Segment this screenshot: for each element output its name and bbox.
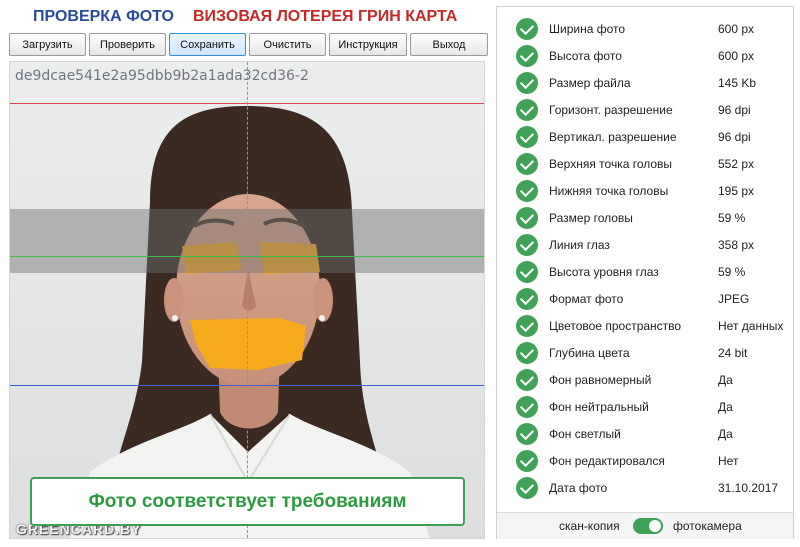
result-banner: Фото соответствует требованиям xyxy=(30,477,465,526)
check-row: Размер файла 145 Kb xyxy=(497,70,793,97)
check-ok-icon xyxy=(516,450,538,472)
check-value: 145 Kb xyxy=(718,76,757,90)
check-row: Линия глаз 358 px xyxy=(497,232,793,259)
scan-copy-label: скан-копия xyxy=(559,519,620,533)
check-row: Фон равномерный Да xyxy=(497,367,793,394)
check-label: Высота фото xyxy=(549,49,622,63)
check-value: Нет xyxy=(718,454,739,468)
photo-id: de9dcae541e2a95dbb9b2a1ada32cd36-2 xyxy=(15,68,309,84)
check-label: Размер головы xyxy=(549,211,633,225)
check-value: 24 bit xyxy=(718,346,748,360)
check-row: Цветовое пространство Нет данных xyxy=(497,313,793,340)
check-value: 552 px xyxy=(718,157,755,171)
check-ok-icon xyxy=(516,234,538,256)
check-ok-icon xyxy=(516,423,538,445)
check-list: Ширина фото 600 px Высота фото 600 px Размер… xyxy=(497,16,793,502)
check-value: 59 % xyxy=(718,211,746,225)
photo-viewer: de9dcae541e2a95dbb9b2a1ada32cd36-2 GREEN… xyxy=(9,61,485,539)
check-row: Фон светлый Да xyxy=(497,421,793,448)
check-value: 600 px xyxy=(718,49,755,63)
result-text: Фото соответствует требованиям xyxy=(88,490,407,512)
check-row: Фон нейтральный Да xyxy=(497,394,793,421)
check-value: JPEG xyxy=(718,292,750,306)
check-row: Дата фото 31.10.2017 xyxy=(497,475,793,502)
check-value: 600 px xyxy=(718,22,755,36)
check-value: Нет данных xyxy=(718,319,784,333)
check-label: Фон светлый xyxy=(549,427,621,441)
check-label: Верхняя точка головы xyxy=(549,157,673,171)
check-ok-icon xyxy=(516,207,538,229)
check-label: Высота уровня глаз xyxy=(549,265,659,279)
check-label: Линия глаз xyxy=(549,238,610,252)
check-label: Формат фото xyxy=(549,292,624,306)
check-ok-icon xyxy=(516,315,538,337)
check-label: Нижняя точка головы xyxy=(549,184,669,198)
check-button[interactable]: Проверить xyxy=(89,33,166,56)
check-ok-icon xyxy=(516,477,538,499)
center-guide-line xyxy=(247,62,248,538)
check-ok-icon xyxy=(516,369,538,391)
clear-button[interactable]: Очистить xyxy=(249,33,326,56)
check-ok-icon xyxy=(516,18,538,40)
check-value: Да xyxy=(718,400,733,414)
check-ok-icon xyxy=(516,126,538,148)
check-label: Цветовое пространство xyxy=(549,319,682,333)
check-label: Фон равномерный xyxy=(549,373,652,387)
check-ok-icon xyxy=(516,153,538,175)
check-row: Ширина фото 600 px xyxy=(497,16,793,43)
check-ok-icon xyxy=(516,261,538,283)
check-label: Вертикал. разрешение xyxy=(549,130,677,144)
toggle-knob xyxy=(649,520,661,532)
check-value: 31.10.2017 xyxy=(718,481,779,495)
check-results-panel: Ширина фото 600 px Высота фото 600 px Размер… xyxy=(496,6,794,539)
check-value: 96 dpi xyxy=(718,130,751,144)
check-value: 195 px xyxy=(718,184,755,198)
check-label: Фон нейтральный xyxy=(549,400,649,414)
check-label: Ширина фото xyxy=(549,22,626,36)
check-value: Да xyxy=(718,373,733,387)
check-ok-icon xyxy=(516,45,538,67)
app-subtitle: ВИЗОВАЯ ЛОТЕРЕЯ ГРИН КАРТА xyxy=(193,8,458,25)
check-row: Нижняя точка головы 195 px xyxy=(497,178,793,205)
exit-button[interactable]: Выход xyxy=(410,33,488,56)
check-row: Высота фото 600 px xyxy=(497,43,793,70)
check-label: Дата фото xyxy=(549,481,608,495)
app-header: ПРОВЕРКА ФОТО ВИЗОВАЯ ЛОТЕРЕЯ ГРИН КАРТА xyxy=(0,0,492,32)
save-button[interactable]: Сохранить xyxy=(169,33,246,56)
check-row: Фон редактировался Нет xyxy=(497,448,793,475)
check-value: Да xyxy=(718,427,733,441)
check-ok-icon xyxy=(516,396,538,418)
check-row: Глубина цвета 24 bit xyxy=(497,340,793,367)
check-label: Глубина цвета xyxy=(549,346,630,360)
check-ok-icon xyxy=(516,288,538,310)
check-value: 59 % xyxy=(718,265,746,279)
check-row: Размер головы 59 % xyxy=(497,205,793,232)
instructions-button[interactable]: Инструкция xyxy=(329,33,407,56)
check-ok-icon xyxy=(516,72,538,94)
source-toggle[interactable] xyxy=(633,518,663,534)
check-label: Фон редактировался xyxy=(549,454,665,468)
check-ok-icon xyxy=(516,180,538,202)
check-row: Высота уровня глаз 59 % xyxy=(497,259,793,286)
check-row: Горизонт. разрешение 96 dpi xyxy=(497,97,793,124)
source-switch: скан-копия фотокамера xyxy=(497,512,793,539)
check-label: Размер файла xyxy=(549,76,631,90)
check-value: 96 dpi xyxy=(718,103,751,117)
check-row: Верхняя точка головы 552 px xyxy=(497,151,793,178)
check-ok-icon xyxy=(516,342,538,364)
check-value: 358 px xyxy=(718,238,755,252)
check-row: Вертикал. разрешение 96 dpi xyxy=(497,124,793,151)
camera-label: фотокамера xyxy=(673,519,742,533)
toolbar: Загрузить Проверить Сохранить Очистить И… xyxy=(9,33,489,57)
load-button[interactable]: Загрузить xyxy=(9,33,86,56)
check-row: Формат фото JPEG xyxy=(497,286,793,313)
check-label: Горизонт. разрешение xyxy=(549,103,673,117)
check-ok-icon xyxy=(516,99,538,121)
app-title: ПРОВЕРКА ФОТО xyxy=(33,8,174,25)
